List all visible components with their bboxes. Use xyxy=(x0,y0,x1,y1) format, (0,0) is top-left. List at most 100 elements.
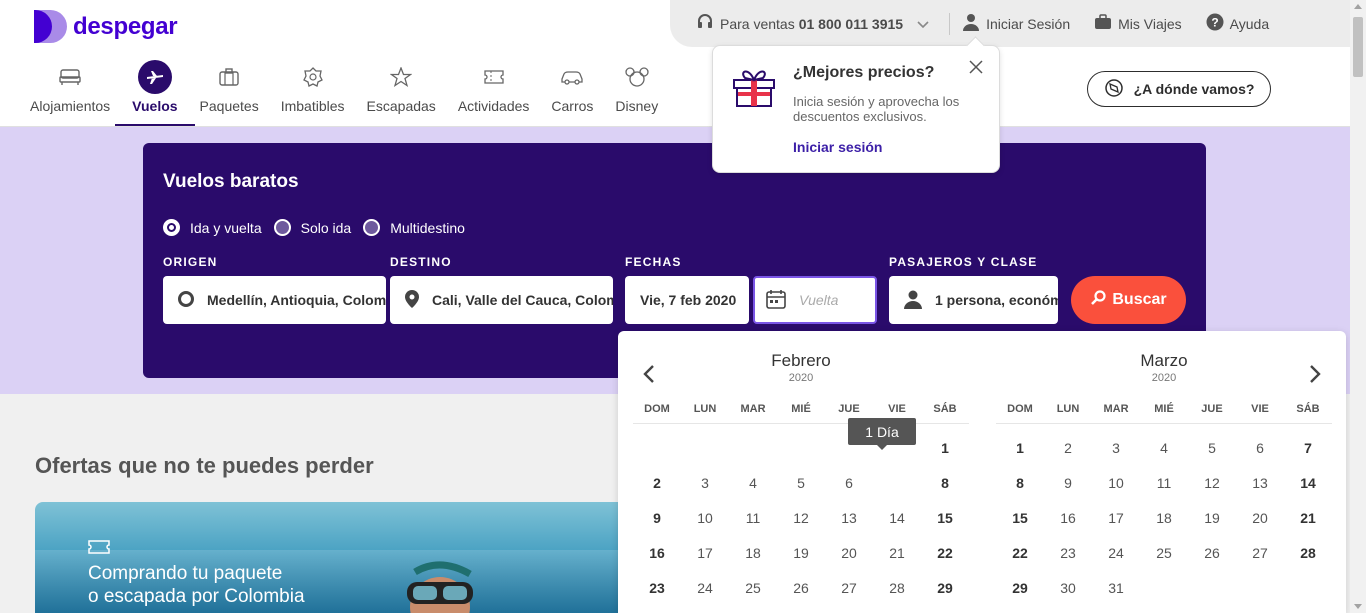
calendar-day[interactable]: 25 xyxy=(729,580,777,596)
radio-label: Multidestino xyxy=(390,219,465,236)
calendar-day[interactable]: 14 xyxy=(1284,475,1332,491)
calendar-day[interactable]: 31 xyxy=(1092,580,1140,596)
radio-one-way[interactable]: Solo ida xyxy=(273,219,351,236)
radio-round-trip[interactable]: Ida y vuelta xyxy=(163,219,262,236)
page-scrollbar[interactable] xyxy=(1350,0,1366,613)
scroll-thumb[interactable] xyxy=(1353,17,1363,77)
calendar-day[interactable]: 6 xyxy=(1236,440,1284,456)
calendar-day[interactable]: 28 xyxy=(1284,545,1332,561)
calendar-day[interactable]: 19 xyxy=(777,545,825,561)
tab-carros[interactable]: Carros xyxy=(551,60,593,114)
calendar-day[interactable]: 21 xyxy=(873,545,921,561)
calendar-day[interactable]: 23 xyxy=(1044,545,1092,561)
calendar-day[interactable]: 29 xyxy=(996,580,1044,596)
calendar-day[interactable]: 27 xyxy=(1236,545,1284,561)
offer-text-line-1: Comprando tu paquete xyxy=(88,563,283,584)
calendar-day[interactable]: 15 xyxy=(921,510,969,526)
tab-actividades[interactable]: Actividades xyxy=(458,60,529,114)
calendar-day[interactable]: 20 xyxy=(1236,510,1284,526)
calendar-day[interactable]: 30 xyxy=(1044,580,1092,596)
tab-vuelos[interactable]: Vuelos xyxy=(115,60,196,126)
calendar-day[interactable]: 10 xyxy=(1092,475,1140,491)
calendar-day[interactable]: 15 xyxy=(996,510,1044,526)
where-to-button[interactable]: ¿A dónde vamos? xyxy=(1087,71,1271,107)
calendar-day[interactable]: 2 xyxy=(1044,440,1092,456)
logo[interactable]: despegar xyxy=(34,10,178,43)
login-link[interactable]: Iniciar Sesión xyxy=(962,13,1070,34)
calendar-day[interactable]: 3 xyxy=(681,475,729,491)
tab-imbatibles[interactable]: Imbatibles xyxy=(281,60,345,114)
calendar-day[interactable]: 14 xyxy=(873,510,921,526)
calendar-day[interactable]: 17 xyxy=(1092,510,1140,526)
calendar-day[interactable]: 16 xyxy=(633,545,681,561)
calendar-day[interactable]: 4 xyxy=(1140,440,1188,456)
tab-alojamientos[interactable]: Alojamientos xyxy=(30,60,110,114)
tab-disney[interactable]: Disney xyxy=(615,60,658,114)
calendar-day[interactable]: 29 xyxy=(921,580,969,596)
calendar-day[interactable]: 3 xyxy=(1092,440,1140,456)
departure-date-input[interactable]: Vie, 7 feb 2020 xyxy=(625,276,749,324)
calendar-day[interactable]: 2 xyxy=(633,475,681,491)
calendar-day[interactable]: 13 xyxy=(1236,475,1284,491)
calendar-day[interactable]: 25 xyxy=(1140,545,1188,561)
calendar-day[interactable]: 7 xyxy=(873,466,921,497)
car-icon xyxy=(555,60,589,94)
calendar-day[interactable]: 1 xyxy=(996,440,1044,456)
return-date-input[interactable]: Vuelta xyxy=(753,276,877,324)
calendar-day[interactable]: 22 xyxy=(921,545,969,561)
calendar-day[interactable]: 9 xyxy=(1044,475,1092,491)
calendar-day[interactable]: 13 xyxy=(825,510,873,526)
calendar-day[interactable]: 6 xyxy=(825,475,873,491)
calendar-day[interactable]: 12 xyxy=(1188,475,1236,491)
calendar-day[interactable]: 18 xyxy=(1140,510,1188,526)
sales-phone-number: 01 800 011 3915 xyxy=(798,15,904,32)
popover-login-link[interactable]: Iniciar sesión xyxy=(793,139,882,155)
close-icon[interactable] xyxy=(969,60,983,79)
offer-card[interactable]: Comprando tu paquete o escapada por Colo… xyxy=(35,502,635,613)
origin-input[interactable]: Medellín, Antioquia, Colombia xyxy=(163,276,386,324)
calendar-day[interactable]: 5 xyxy=(777,475,825,491)
weekday-label: MAR xyxy=(1103,403,1129,415)
calendar-day[interactable]: 17 xyxy=(681,545,729,561)
calendar-day[interactable]: 8 xyxy=(996,475,1044,491)
week-row: 9 10 11 12 13 14 15 xyxy=(633,500,969,535)
my-trips-link[interactable]: Mis Viajes xyxy=(1094,14,1182,33)
tab-paquetes[interactable]: Paquetes xyxy=(200,60,259,114)
calendar-day[interactable]: 4 xyxy=(729,475,777,491)
chevron-down-icon xyxy=(917,16,929,32)
calendar-day[interactable]: 20 xyxy=(825,545,873,561)
search-button[interactable]: Buscar xyxy=(1071,276,1186,324)
sales-phone[interactable]: Para ventas 01 800 011 3915 xyxy=(696,13,929,34)
calendar-day[interactable]: 27 xyxy=(825,580,873,596)
tab-escapadas[interactable]: Escapadas xyxy=(367,60,436,114)
radio-multi-destination[interactable]: Multidestino xyxy=(363,219,465,236)
calendar-day[interactable]: 5 xyxy=(1188,440,1236,456)
scroll-up-icon[interactable] xyxy=(1354,4,1362,9)
calendar-day[interactable]: 23 xyxy=(633,580,681,596)
calendar-day[interactable]: 28 xyxy=(873,580,921,596)
calendar-day[interactable]: 21 xyxy=(1284,510,1332,526)
calendar-day[interactable]: 24 xyxy=(681,580,729,596)
calendar-day[interactable]: 10 xyxy=(681,510,729,526)
calendar-day[interactable]: 7 xyxy=(1284,440,1332,456)
calendar-day[interactable]: 18 xyxy=(729,545,777,561)
calendar-day[interactable]: 11 xyxy=(729,510,777,526)
passengers-value: 1 persona, económica xyxy=(935,292,1058,308)
calendar-day[interactable]: 12 xyxy=(777,510,825,526)
calendar-day[interactable]: 1 xyxy=(921,440,969,456)
calendar-day[interactable]: 26 xyxy=(777,580,825,596)
calendar-day[interactable]: 9 xyxy=(633,510,681,526)
help-link[interactable]: ? Ayuda xyxy=(1206,13,1269,34)
calendar-day[interactable]: 24 xyxy=(1092,545,1140,561)
location-pin-icon xyxy=(404,289,420,312)
scroll-down-icon[interactable] xyxy=(1354,604,1362,609)
calendar-day[interactable]: 8 xyxy=(921,475,969,491)
calendar-day[interactable]: 11 xyxy=(1140,475,1188,491)
ticket-icon xyxy=(477,60,511,94)
calendar-day[interactable]: 16 xyxy=(1044,510,1092,526)
calendar-day[interactable]: 22 xyxy=(996,545,1044,561)
passengers-input[interactable]: 1 persona, económica xyxy=(889,276,1058,324)
destination-input[interactable]: Cali, Valle del Cauca, Colombia xyxy=(390,276,613,324)
calendar-day[interactable]: 26 xyxy=(1188,545,1236,561)
calendar-day[interactable]: 19 xyxy=(1188,510,1236,526)
